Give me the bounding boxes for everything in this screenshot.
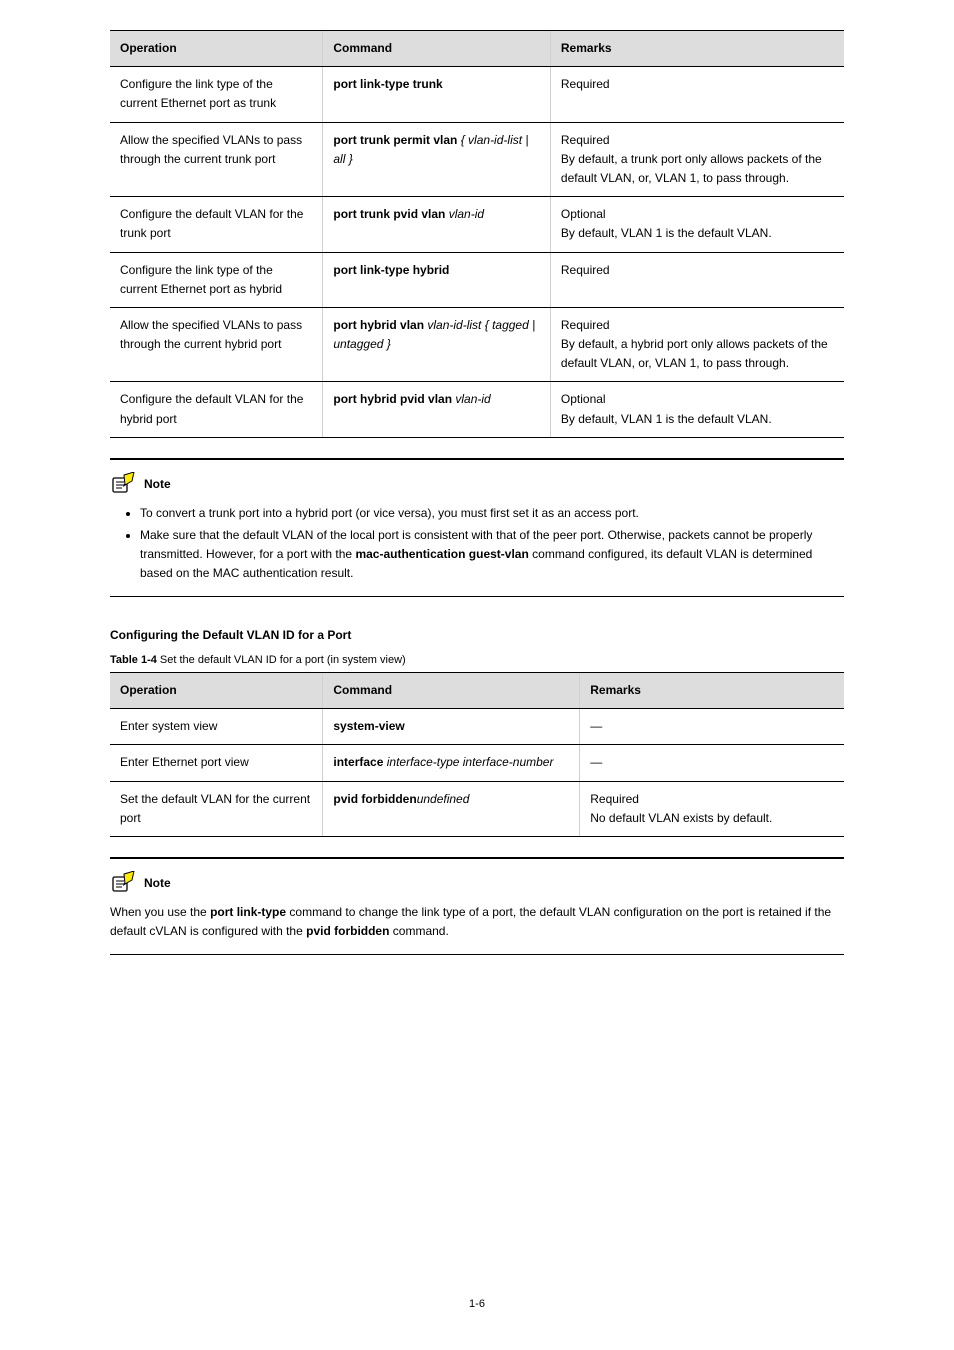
- table-row: Configure the link type of the current E…: [110, 67, 844, 122]
- note-bold: port link-type: [210, 905, 286, 919]
- note-icon: [110, 871, 138, 895]
- cmd-bold: port hybrid vlan: [333, 318, 424, 332]
- cell-cmd: interface interface-type interface-numbe…: [323, 745, 580, 781]
- table2-title-rest: Set the default VLAN ID for a port (in s…: [157, 654, 406, 666]
- cmd-bold: port hybrid pvid vlan: [333, 392, 452, 406]
- note-divider-bottom-2: [110, 954, 844, 955]
- cmd-args: vlan-id: [452, 392, 491, 406]
- cell-op: Configure the default VLAN for the trunk…: [110, 197, 323, 252]
- cell-cmd: port hybrid vlan vlan-id-list { tagged |…: [323, 307, 551, 382]
- cell-cmd: port hybrid pvid vlan vlan-id: [323, 382, 551, 437]
- cell-op: Allow the specified VLANs to pass throug…: [110, 122, 323, 197]
- cell-op: Set the default VLAN for the current por…: [110, 781, 323, 836]
- t1-h2: Command: [323, 31, 551, 67]
- table-row: Configure the link type of the current E…: [110, 252, 844, 307]
- cmd-args: interface-type interface-number: [383, 755, 553, 769]
- cell-cmd: port trunk pvid vlan vlan-id: [323, 197, 551, 252]
- note-icon: [110, 472, 138, 496]
- cell-cmd: port trunk permit vlan { vlan-id-list | …: [323, 122, 551, 197]
- note2-text: When you use the port link-type command …: [110, 903, 844, 940]
- cell-remarks: RequiredNo default VLAN exists by defaul…: [580, 781, 844, 836]
- note-heading-2: Note: [110, 871, 844, 895]
- cell-cmd: pvid forbiddenundefined: [323, 781, 580, 836]
- note-bold: pvid forbidden: [306, 924, 389, 938]
- t2-h2: Command: [323, 672, 580, 708]
- cell-remarks: Required: [550, 252, 844, 307]
- table-row: Enter system view system-view —: [110, 709, 844, 745]
- cmd-bold: pvid forbidden: [333, 792, 416, 806]
- cmd-bold: system-view: [333, 719, 404, 733]
- cmd-bold: port link-type hybrid: [333, 263, 449, 277]
- t1-h3: Remarks: [550, 31, 844, 67]
- cell-remarks: —: [580, 745, 844, 781]
- note-divider-top-1: [110, 458, 844, 460]
- cell-op: Allow the specified VLANs to pass throug…: [110, 307, 323, 382]
- cell-cmd: port link-type trunk: [323, 67, 551, 122]
- cmd-bold: interface: [333, 755, 383, 769]
- section-title-text: Configuring the Default VLAN ID for a Po…: [110, 628, 351, 642]
- note-item: Make sure that the default VLAN of the l…: [140, 526, 844, 582]
- note-divider-top-2: [110, 857, 844, 859]
- note-list-1: To convert a trunk port into a hybrid po…: [140, 504, 844, 582]
- note-heading-1: Note: [110, 472, 844, 496]
- table-row: Configure the default VLAN for the trunk…: [110, 197, 844, 252]
- cell-remarks: —: [580, 709, 844, 745]
- table2-title: Table 1-4 Set the default VLAN ID for a …: [110, 654, 844, 666]
- cell-cmd: port link-type hybrid: [323, 252, 551, 307]
- table-row: Allow the specified VLANs to pass throug…: [110, 122, 844, 197]
- table-row: Set the default VLAN for the current por…: [110, 781, 844, 836]
- cell-op: Enter Ethernet port view: [110, 745, 323, 781]
- cmd-bold: port link-type trunk: [333, 77, 442, 91]
- cell-op: Configure the default VLAN for the hybri…: [110, 382, 323, 437]
- cmd-args: vlan-id: [445, 207, 484, 221]
- section-title: Configuring the Default VLAN ID for a Po…: [110, 627, 844, 644]
- config-table-1: OperationCommandRemarks Configure the lin…: [110, 30, 844, 438]
- note-label: Note: [144, 876, 171, 890]
- cmd-bold: port trunk permit vlan: [333, 133, 457, 147]
- table2-title-prefix: Table 1-4: [110, 654, 157, 666]
- note-label: Note: [144, 477, 171, 491]
- cell-op: Configure the link type of the current E…: [110, 252, 323, 307]
- t1-h1: Operation: [110, 31, 323, 67]
- cell-remarks: RequiredBy default, a trunk port only al…: [550, 122, 844, 197]
- cmd-bold: port trunk pvid vlan: [333, 207, 445, 221]
- cell-op: Enter system view: [110, 709, 323, 745]
- table-row: Enter Ethernet port viewinterface interf…: [110, 745, 844, 781]
- config-table-2: Operation Command Remarks Enter system v…: [110, 672, 844, 837]
- table-row: Allow the specified VLANs to pass throug…: [110, 307, 844, 382]
- t2-h3: Remarks: [580, 672, 844, 708]
- t2-h1: Operation: [110, 672, 323, 708]
- cell-remarks: RequiredBy default, a hybrid port only a…: [550, 307, 844, 382]
- table-row: Configure the default VLAN for the hybri…: [110, 382, 844, 437]
- note-divider-bottom-1: [110, 596, 844, 597]
- cell-cmd: system-view: [323, 709, 580, 745]
- note-text: When you use the: [110, 905, 210, 919]
- cell-remarks: OptionalBy default, VLAN 1 is the defaul…: [550, 197, 844, 252]
- note-bold: mac-authentication guest-vlan: [355, 547, 528, 561]
- cmd-args: undefined: [417, 792, 470, 806]
- cell-remarks: Required: [550, 67, 844, 122]
- cell-op: Configure the link type of the current E…: [110, 67, 323, 122]
- note-item: To convert a trunk port into a hybrid po…: [140, 504, 844, 523]
- cell-remarks: OptionalBy default, VLAN 1 is the defaul…: [550, 382, 844, 437]
- page-number: 1-6: [0, 1298, 954, 1310]
- note-text: command.: [389, 924, 448, 938]
